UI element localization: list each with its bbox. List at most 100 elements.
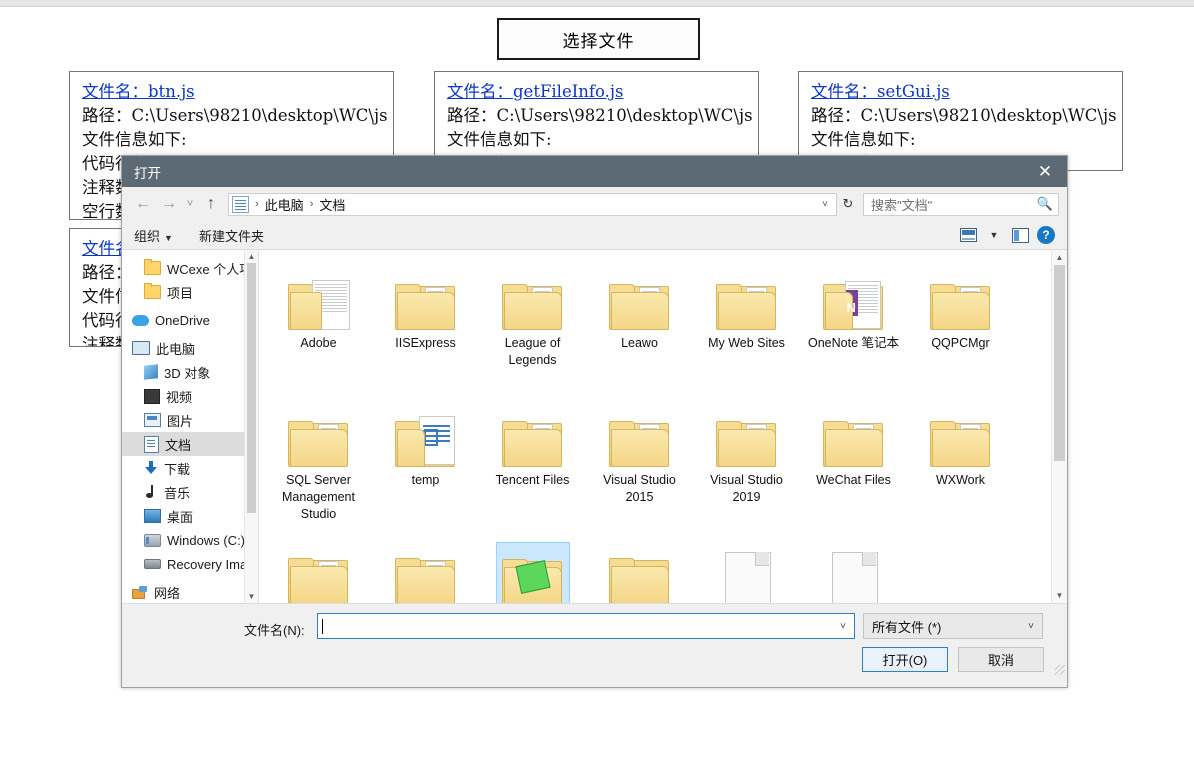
tree-item-videos[interactable]: 视频 bbox=[122, 384, 258, 408]
breadcrumb-documents[interactable]: 文档 bbox=[315, 195, 349, 214]
tree-item-this-pc[interactable]: 此电脑 bbox=[122, 336, 258, 360]
scroll-down-icon[interactable]: ▼ bbox=[245, 590, 258, 603]
tree-item-desktop[interactable]: 桌面 bbox=[122, 504, 258, 528]
card-info-label: 文件信息如下: bbox=[811, 130, 916, 149]
card-filename-label: 文件名： bbox=[82, 82, 148, 101]
tree-item-project[interactable]: 项目 bbox=[122, 280, 258, 304]
file-item[interactable]: WeChat Files bbox=[800, 397, 907, 534]
music-icon bbox=[144, 485, 158, 499]
folder-papers-icon bbox=[390, 405, 462, 467]
network-icon bbox=[132, 585, 148, 599]
scroll-up-icon[interactable]: ▲ bbox=[1052, 250, 1067, 265]
new-folder-button[interactable]: 新建文件夹 bbox=[199, 226, 264, 245]
card-filename-label: 文件名： bbox=[811, 82, 877, 101]
resize-grip[interactable] bbox=[1055, 665, 1065, 675]
file-item-label: Adobe bbox=[300, 336, 337, 350]
scrollbar-thumb[interactable] bbox=[1054, 265, 1065, 461]
file-item[interactable]: Adobe bbox=[265, 260, 372, 397]
pc-icon bbox=[132, 341, 150, 355]
file-item[interactable]: Visual Studio 2019 bbox=[693, 397, 800, 534]
select-file-button[interactable]: 选择文件 bbox=[497, 18, 700, 60]
card-filename-value: btn.js bbox=[148, 82, 195, 101]
desktop-icon bbox=[144, 509, 161, 523]
file-item[interactable]: Leawo bbox=[586, 260, 693, 397]
file-item[interactable] bbox=[693, 534, 800, 603]
tree-item-windows-c[interactable]: Windows (C:) bbox=[122, 528, 258, 552]
navigation-tree: WCexe 个人项目 项目 OneDrive 此电脑 3D 对象 视频 图片 文… bbox=[122, 250, 259, 603]
close-icon[interactable]: ✕ bbox=[1023, 156, 1067, 187]
card-path-row: 路径：C:\Users\98210\desktop\WC\js bbox=[447, 104, 753, 128]
organize-menu[interactable]: 组织 ▼ bbox=[134, 226, 173, 245]
file-item[interactable]: My Web Sites bbox=[693, 260, 800, 397]
documents-icon bbox=[144, 435, 159, 453]
file-item[interactable] bbox=[372, 534, 479, 603]
scroll-up-icon[interactable]: ▲ bbox=[245, 250, 258, 263]
tree-item-music[interactable]: 音乐 bbox=[122, 480, 258, 504]
file-item[interactable]: WXWork bbox=[907, 397, 1014, 534]
file-item-label: IISExpress bbox=[395, 336, 456, 350]
card-path-label: 路径： bbox=[82, 106, 132, 125]
breadcrumb-bar[interactable]: › 此电脑 › 文档 ˅ bbox=[228, 192, 837, 216]
file-item[interactable] bbox=[479, 534, 586, 603]
up-icon[interactable]: ↑ bbox=[198, 191, 224, 217]
filename-input[interactable]: ˅ bbox=[317, 613, 855, 639]
downloads-icon bbox=[144, 461, 158, 475]
card-path-label: 路径： bbox=[447, 106, 497, 125]
tree-item-network[interactable]: 网络 bbox=[122, 580, 258, 603]
scroll-down-icon[interactable]: ▼ bbox=[1052, 588, 1067, 603]
tree-item-downloads[interactable]: 下载 bbox=[122, 456, 258, 480]
preview-pane-icon[interactable] bbox=[1007, 224, 1033, 246]
chevron-down-icon[interactable]: ˅ bbox=[832, 614, 854, 638]
chevron-down-icon[interactable]: ˅ bbox=[814, 199, 836, 210]
back-icon[interactable]: ← bbox=[130, 191, 156, 217]
refresh-icon[interactable]: ↻ bbox=[837, 196, 859, 212]
file-item[interactable]: SQL Server Management Studio bbox=[265, 397, 372, 534]
open-button[interactable]: 打开(O) bbox=[862, 647, 948, 672]
file-item[interactable]: N OneNote 笔记本 bbox=[800, 260, 907, 397]
folder-icon bbox=[283, 405, 355, 467]
dialog-navbar: ← → ˅ ↑ › 此电脑 › 文档 ˅ ↻ 搜索"文档" 🔍 bbox=[122, 187, 1067, 221]
file-item-label: QQPCMgr bbox=[931, 336, 990, 350]
file-item[interactable]: Visual Studio 2015 bbox=[586, 397, 693, 534]
tree-item-pictures[interactable]: 图片 bbox=[122, 408, 258, 432]
file-list-scrollbar[interactable]: ▲ ▼ bbox=[1051, 250, 1067, 603]
help-icon[interactable]: ? bbox=[1033, 224, 1059, 246]
search-icon[interactable]: 🔍 bbox=[1032, 196, 1058, 212]
tree-item-wcexe[interactable]: WCexe 个人项目 bbox=[122, 256, 258, 280]
folder-money-icon bbox=[495, 542, 570, 603]
tree-item-3d-objects[interactable]: 3D 对象 bbox=[122, 360, 258, 384]
tree-item-onedrive[interactable]: OneDrive bbox=[122, 308, 258, 332]
scrollbar-thumb[interactable] bbox=[247, 263, 256, 513]
breadcrumb-this-pc[interactable]: 此电脑 bbox=[261, 195, 308, 214]
folder-icon bbox=[604, 405, 676, 467]
file-item[interactable]: Tencent Files bbox=[479, 397, 586, 534]
folder-icon bbox=[144, 259, 161, 275]
file-item[interactable]: temp bbox=[372, 397, 479, 534]
cloud-icon bbox=[132, 314, 149, 326]
view-icon[interactable] bbox=[955, 224, 981, 246]
tree-scrollbar[interactable]: ▲ ▼ bbox=[244, 250, 258, 603]
tree-item-label: 3D 对象 bbox=[164, 365, 211, 381]
cancel-button[interactable]: 取消 bbox=[958, 647, 1044, 672]
file-item[interactable] bbox=[586, 534, 693, 603]
file-item[interactable]: QQPCMgr bbox=[907, 260, 1014, 397]
file-item[interactable]: League of Legends bbox=[479, 260, 586, 397]
tree-item-recovery-image[interactable]: Recovery Image bbox=[122, 552, 258, 576]
folder-icon bbox=[497, 405, 569, 467]
tree-item-label: 网络 bbox=[154, 585, 181, 601]
view-dropdown-icon[interactable]: ▼ bbox=[981, 224, 1007, 246]
file-type-select[interactable]: 所有文件 (*) ˅ bbox=[863, 613, 1043, 639]
tree-item-label: 音乐 bbox=[164, 485, 191, 501]
organize-label: 组织 bbox=[134, 228, 161, 244]
file-item[interactable]: IISExpress bbox=[372, 260, 479, 397]
file-item[interactable] bbox=[265, 534, 372, 603]
search-input[interactable]: 搜索"文档" 🔍 bbox=[863, 192, 1059, 216]
tree-item-documents[interactable]: 文档 bbox=[122, 432, 258, 456]
card-title[interactable]: 文件名：setGui.js bbox=[811, 80, 1110, 104]
card-title[interactable]: 文件名：getFileInfo.js bbox=[447, 80, 746, 104]
file-item[interactable] bbox=[800, 534, 907, 603]
history-dropdown-icon[interactable]: ˅ bbox=[182, 191, 198, 217]
card-title[interactable]: 文件名：btn.js bbox=[82, 80, 381, 104]
forward-icon[interactable]: → bbox=[156, 191, 182, 217]
card-info-label: 文件信息如下: bbox=[82, 130, 187, 149]
